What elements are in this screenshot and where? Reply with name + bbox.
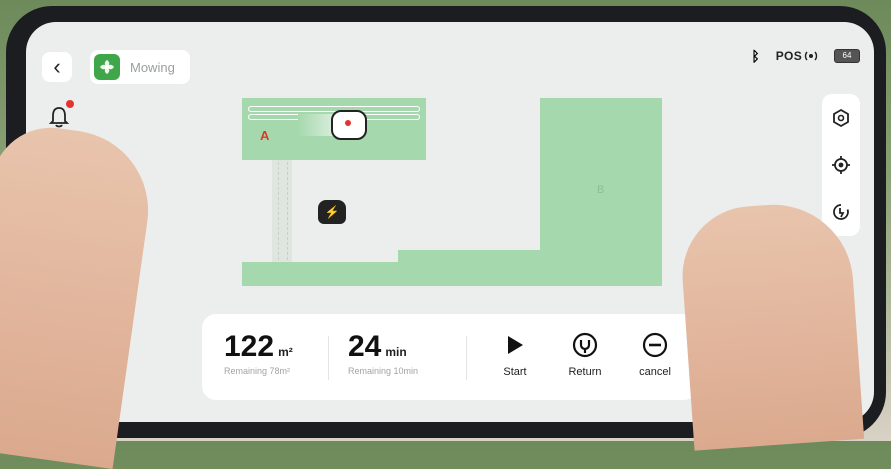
- cancel-button[interactable]: cancel: [628, 330, 682, 378]
- start-button[interactable]: Start: [488, 330, 542, 378]
- signal-icon: [804, 51, 818, 61]
- time-value: 24: [348, 330, 382, 363]
- return-dock-icon: [572, 332, 598, 358]
- cancel-label: cancel: [639, 366, 671, 378]
- area-remaining: Remaining 78m²: [224, 366, 291, 376]
- zone-a-label: A: [260, 128, 270, 143]
- charging-station-icon: ⚡: [318, 200, 346, 224]
- zone-b[interactable]: [540, 98, 662, 262]
- notification-badge: [66, 100, 74, 108]
- chevron-left-icon: ‹: [53, 54, 61, 79]
- divider: [466, 336, 467, 380]
- time-stat: 24 min Remaining 10min: [348, 330, 418, 376]
- status-bar: ᛒ POS 64: [751, 48, 860, 64]
- area-unit: m²: [278, 345, 293, 359]
- zone-bottom-strip: [242, 262, 662, 286]
- bluetooth-icon: ᛒ: [751, 48, 760, 64]
- mode-chip[interactable]: Mowing: [90, 50, 190, 84]
- pos-indicator: POS: [776, 49, 818, 63]
- return-button[interactable]: Return: [558, 330, 612, 378]
- divider: [328, 336, 329, 380]
- back-button[interactable]: ‹: [42, 52, 72, 82]
- area-value: 122: [224, 330, 275, 363]
- time-unit: min: [385, 345, 407, 359]
- play-icon: [508, 336, 523, 354]
- battery-icon: 64: [834, 49, 860, 63]
- map-tools-panel: [822, 94, 860, 236]
- mode-label: Mowing: [130, 59, 175, 75]
- area-stat: 122 m² Remaining 78m²: [224, 330, 293, 376]
- start-label: Start: [503, 366, 527, 378]
- charging-station-icon[interactable]: [831, 202, 851, 222]
- mower-robot-icon: [331, 110, 367, 140]
- right-finger: [677, 199, 865, 451]
- pos-label: POS: [775, 49, 802, 63]
- hexagon-icon[interactable]: [831, 108, 851, 128]
- time-remaining: Remaining 10min: [348, 366, 419, 376]
- minus-circle-icon: [642, 332, 668, 358]
- corridor-path: [278, 162, 288, 260]
- locate-target-icon[interactable]: [831, 155, 851, 175]
- control-bar: 122 m² Remaining 78m² 24 min Remaining 10m…: [202, 314, 698, 400]
- return-label: Return: [568, 366, 602, 378]
- fan-icon: [94, 54, 120, 80]
- zone-b-label: B: [597, 184, 605, 196]
